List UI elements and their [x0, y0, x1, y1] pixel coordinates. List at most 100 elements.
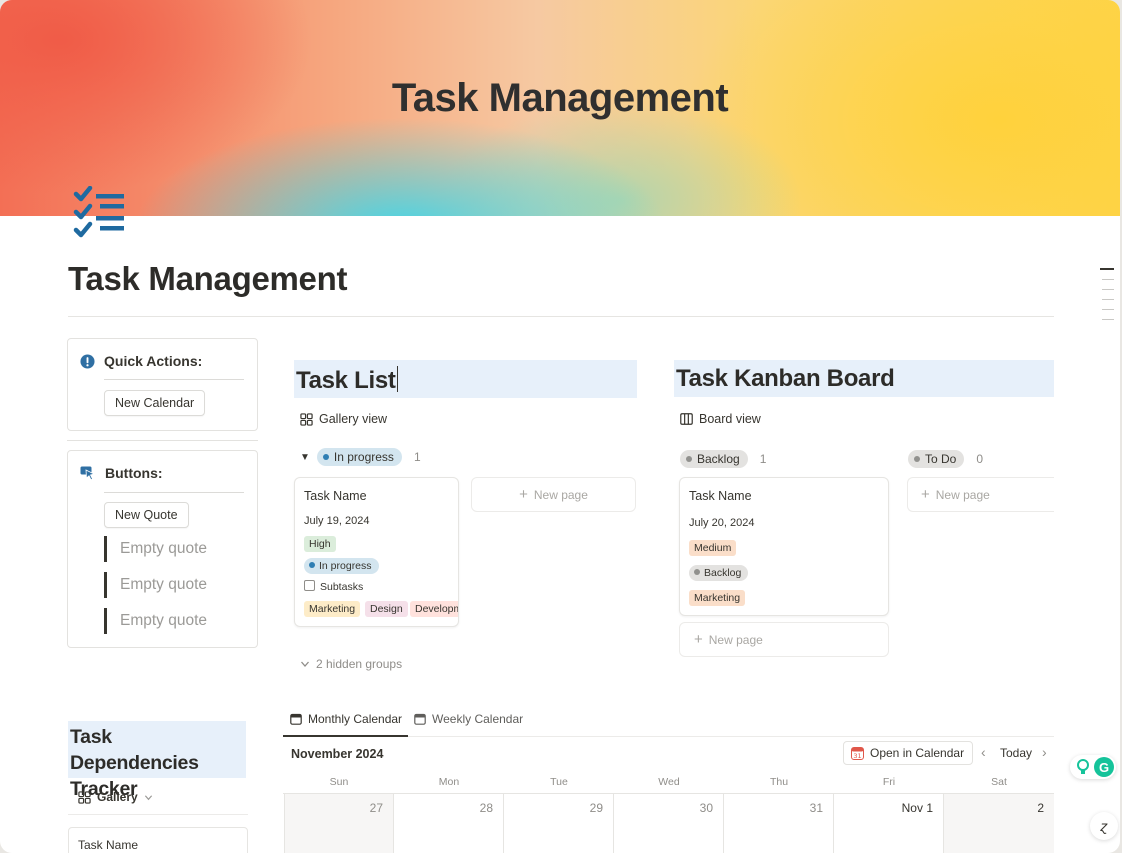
status-pill: In progress [304, 558, 379, 574]
calendar-day[interactable]: 2 [944, 794, 1054, 853]
toc-item[interactable] [1102, 289, 1114, 290]
view-label: Gallery view [319, 412, 388, 426]
buttons-callout: Buttons: New Quote Empty quote Empty quo… [67, 450, 258, 648]
weekday-label: Thu [769, 776, 789, 788]
card-title: Task Name [689, 489, 752, 503]
quote-block[interactable]: Empty quote [104, 572, 207, 598]
calendar-day[interactable]: Nov 1 [834, 794, 944, 853]
calendar-day[interactable]: 30 [614, 794, 724, 853]
day-number: Nov 1 [901, 801, 933, 815]
pill-label: Backlog [697, 452, 740, 466]
column-header-todo[interactable]: To Do 0 [908, 450, 983, 468]
calendar-icon [414, 713, 426, 725]
gallery-view-tab[interactable]: Gallery view [300, 412, 387, 426]
tag-marketing: Marketing [689, 590, 746, 606]
column-header-backlog[interactable]: Backlog 1 [680, 450, 766, 468]
today-button[interactable]: Today [1000, 746, 1032, 760]
board-view-tab[interactable]: Board view [680, 412, 761, 426]
group-header-in-progress[interactable]: ▼ In progress 1 [300, 448, 421, 466]
new-page-button[interactable]: + New page [907, 477, 1054, 512]
help-icon[interactable]: ɀ [1090, 812, 1118, 840]
exclamation-icon [80, 353, 95, 369]
hidden-groups-toggle[interactable]: 2 hidden groups [300, 657, 402, 671]
chevron-down-icon[interactable] [144, 793, 153, 802]
cover-image[interactable]: Task Management [0, 0, 1120, 216]
svg-text:31: 31 [853, 752, 861, 760]
view-label: Gallery [97, 790, 138, 804]
new-page-button[interactable]: + New page [471, 477, 636, 512]
new-page-label: New page [935, 487, 990, 502]
weekday-label: Wed [658, 776, 680, 788]
quote-block[interactable]: Empty quote [104, 608, 207, 634]
task-card[interactable]: Task Name July 19, 2024 High In progress… [294, 477, 459, 627]
priority-tag: Medium [689, 540, 737, 556]
subtasks-label: Subtasks [320, 581, 364, 593]
calendar-app-icon: 31 [851, 746, 864, 760]
day-number: 30 [699, 801, 713, 815]
chevron-down-icon [301, 661, 309, 667]
status-pill: To Do [908, 450, 965, 468]
bulb-icon [1074, 758, 1092, 776]
calendar-month-title: November 2024 [291, 747, 384, 761]
new-page-button[interactable]: + New page [679, 622, 889, 657]
toc-item[interactable] [1102, 319, 1114, 320]
chevron-right-icon[interactable]: › [1042, 744, 1047, 760]
gallery-icon [300, 412, 313, 426]
new-quote-button[interactable]: New Quote [104, 502, 189, 528]
divider [68, 814, 248, 815]
divider [67, 440, 258, 441]
toc-item[interactable] [1102, 279, 1114, 280]
weekday-label: Mon [438, 776, 460, 788]
pill-label: Backlog [704, 567, 742, 579]
day-number: 27 [369, 801, 383, 815]
quote-block[interactable]: Empty quote [104, 536, 207, 562]
active-tab-indicator [283, 735, 408, 737]
grammarly-icon: G [1094, 757, 1114, 777]
group-count: 1 [413, 450, 421, 464]
dependencies-heading[interactable]: Task Dependencies Tracker [68, 721, 246, 800]
pill-label: In progress [333, 450, 394, 464]
weekday-label: Fri [882, 776, 896, 788]
status-pill: Backlog [689, 565, 749, 581]
table-of-contents[interactable] [1100, 268, 1114, 329]
tab-weekly-calendar[interactable]: Weekly Calendar [414, 712, 523, 726]
toc-item[interactable] [1102, 299, 1114, 300]
checklist-icon[interactable] [72, 185, 128, 238]
new-calendar-button[interactable]: New Calendar [104, 390, 206, 416]
page-title[interactable]: Task Management [68, 260, 347, 298]
card-date: July 20, 2024 [689, 517, 755, 529]
calendar-day[interactable]: 28 [394, 794, 504, 853]
gallery-view-tab[interactable]: Gallery [78, 790, 153, 804]
toggle-triangle-icon[interactable]: ▼ [300, 452, 310, 463]
toc-item-active[interactable] [1100, 268, 1114, 270]
task-list-heading[interactable]: Task List [294, 360, 637, 398]
title-divider [68, 316, 1054, 317]
kanban-card[interactable]: Task Name July 20, 2024 Medium Backlog M… [679, 477, 889, 616]
toc-item[interactable] [1102, 309, 1114, 310]
hidden-groups-label: 2 hidden groups [316, 657, 403, 671]
tag-design: Design [365, 601, 408, 617]
calendar-day[interactable]: 31 [724, 794, 834, 853]
chevron-left-icon[interactable]: ‹ [981, 744, 986, 760]
divider [104, 379, 244, 380]
weekday-label: Tue [550, 776, 568, 788]
quick-actions-callout: Quick Actions: New Calendar [67, 338, 258, 431]
calendar-day[interactable]: 27 [284, 794, 394, 853]
calendar-day[interactable]: 29 [504, 794, 614, 853]
day-number: 31 [809, 801, 823, 815]
dependency-card[interactable]: Task Name [68, 827, 248, 853]
pill-label: To Do [925, 452, 957, 466]
kanban-heading[interactable]: Task Kanban Board [674, 360, 1054, 397]
view-label: Board view [699, 412, 761, 426]
checkbox[interactable] [304, 580, 315, 591]
calendar-icon [290, 713, 302, 725]
weekday-label: Sun [329, 776, 349, 788]
plus-icon: + [921, 486, 930, 503]
open-in-calendar-button[interactable]: 31 Open in Calendar [843, 741, 974, 765]
plus-icon: + [519, 486, 528, 503]
tab-monthly-calendar[interactable]: Monthly Calendar [290, 712, 402, 726]
tag-marketing: Marketing [304, 601, 361, 617]
column-count: 0 [976, 452, 984, 466]
new-page-label: New page [533, 487, 588, 502]
grammarly-widget[interactable]: G [1070, 755, 1116, 779]
